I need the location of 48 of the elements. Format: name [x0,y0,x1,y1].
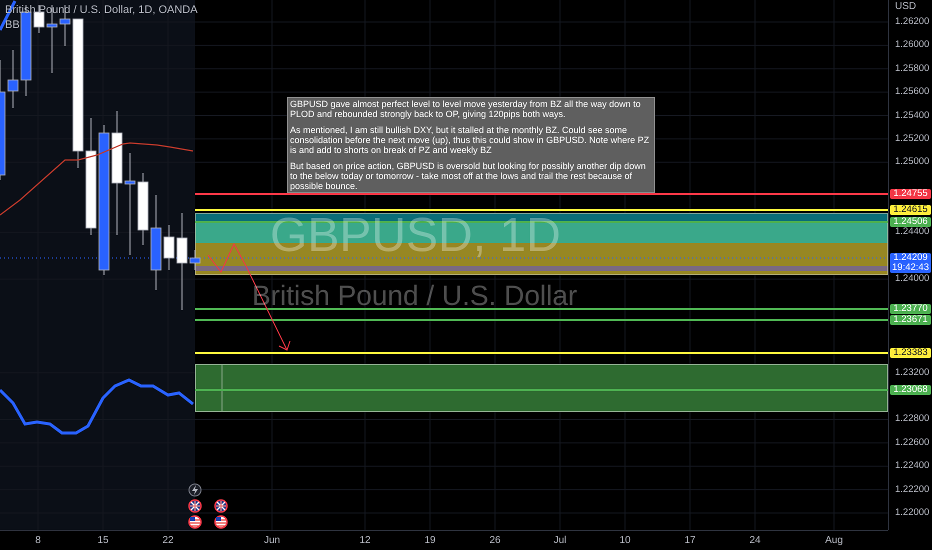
price-tick: 1.25800 [895,64,930,74]
date-tick: Jun [264,535,280,546]
date-tick: Jul [554,535,566,546]
price-label: 1.24506 [890,217,931,227]
date-tick: 22 [162,535,174,546]
date-tick: 12 [359,535,371,546]
date-tick: 15 [97,535,109,546]
price-tick: 1.26200 [895,17,930,27]
price-tick: 1.25400 [895,110,930,121]
price-label: 1.23383 [890,348,931,358]
price-tick: 1.22600 [895,438,930,448]
price-label: 1.23671 [890,315,931,325]
price-label: 1.24615 [890,205,931,215]
price-tick: 1.22200 [895,484,930,495]
date-tick: 10 [619,535,631,546]
lightning-icon[interactable] [188,484,202,496]
date-tick: 26 [489,535,501,546]
price-label: 1.24209 19:42:43 [890,253,931,273]
date-tick: 19 [424,535,436,546]
price-label: 1.23770 [890,304,931,314]
price-tick: 1.22400 [895,461,930,472]
indicator-label: BB [5,18,20,33]
date-tick: 24 [749,535,761,546]
price-tick: 1.23200 [895,368,930,378]
candle [164,224,174,270]
note-paragraph: GBPUSD gave almost perfect level to level move yesterday from BZ all the way down to PLOD and rebounded strongly back to OP, giving 120pips both ways. [290,99,642,119]
price-tick: 1.22800 [895,414,930,424]
price-label: 1.24755 [890,189,931,199]
price-tick: 1.26000 [895,40,930,50]
us-flag-icon[interactable] [188,515,202,529]
candle [190,250,200,270]
uk-flag-icon[interactable] [214,499,228,513]
note-paragraph: But based on price action, GBPUSD is oversold but looking for possibly another dip down to the below today or tomorrow - take most off at the lows and trail the rest because of possible bounce. [290,161,647,191]
candle [8,50,18,108]
price-tick: 1.25600 [895,87,930,98]
price-tick: 1.25000 [895,157,930,168]
price-tick: 1.22000 [895,508,930,518]
note-paragraph: As mentioned, I am still bullish DXY, but it stalled at the monthly BZ. Could see some consolidation before the next move (up), thus this could show in GBPUSD. Note where PZ is and add to shorts on break of PZ and weekly BZ [290,125,650,155]
date-tick: 17 [684,535,696,546]
date-tick: Aug [825,535,843,546]
price-tick: 1.25200 [895,134,930,144]
us-flag-icon[interactable] [214,515,228,529]
currency-label: USD [895,1,916,12]
date-tick: 8 [35,535,41,546]
uk-flag-icon[interactable] [188,499,202,513]
price-label: 1.23068 [890,385,931,395]
price-tick: 1.24000 [895,274,930,284]
price-tick: 1.24400 [895,227,930,238]
